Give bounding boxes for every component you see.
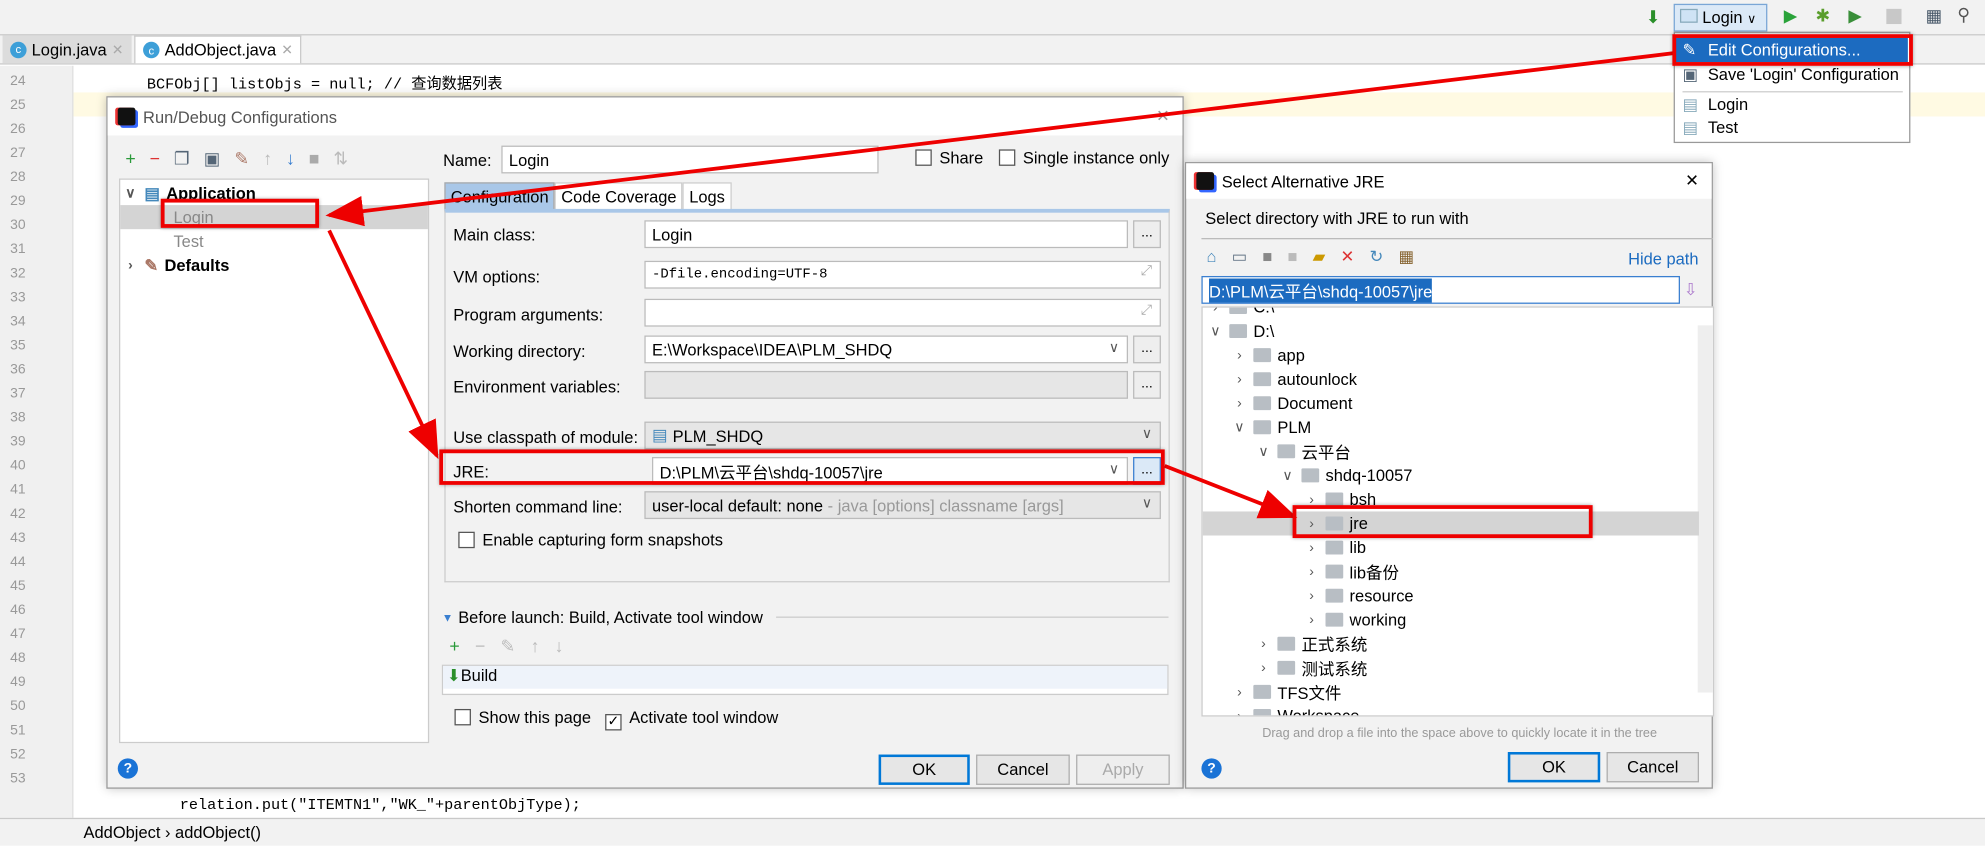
highlight-box-jre bbox=[439, 449, 1165, 485]
highlight-box-jre-folder bbox=[1292, 505, 1593, 539]
arrow-login-to-jre bbox=[327, 229, 439, 460]
arrow-jre-to-folder bbox=[1164, 464, 1298, 519]
highlight-box-login bbox=[160, 198, 320, 228]
annotation-arrows bbox=[325, 51, 1674, 519]
arrow-edit-config-to-login bbox=[325, 51, 1674, 227]
highlight-box-edit-config bbox=[1672, 34, 1913, 66]
